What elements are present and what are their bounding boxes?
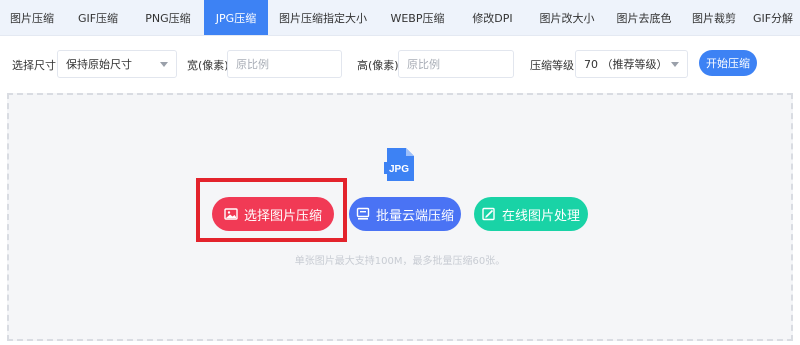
tab-crop-image[interactable]: 图片裁剪	[682, 0, 746, 35]
width-input-placeholder: 原比例	[236, 58, 269, 71]
tab-compress-to-size[interactable]: 图片压缩指定大小	[268, 0, 378, 35]
tab-gif-split[interactable]: GIF分解	[746, 0, 800, 35]
height-input-placeholder: 原比例	[407, 58, 440, 71]
jpg-file-icon: JPG	[384, 148, 414, 181]
cloud-server-icon	[356, 207, 370, 220]
tab-jpg-compress[interactable]: JPG压缩	[204, 0, 268, 35]
upload-limit-note: 单张图片最大支持100M，最多批量压缩60张。	[294, 256, 506, 267]
size-select-value: 保持原始尺寸	[66, 58, 132, 71]
chevron-down-icon	[671, 62, 679, 67]
size-select[interactable]: 保持原始尺寸	[57, 50, 177, 78]
online-image-processing-label: 在线图片处理	[501, 208, 580, 224]
level-select-value: 70 （推荐等级）	[584, 58, 668, 71]
level-select[interactable]: 70 （推荐等级）	[575, 50, 688, 78]
select-image-button[interactable]: 选择图片压缩	[212, 197, 334, 231]
online-image-processing-button[interactable]: 在线图片处理	[474, 197, 588, 231]
start-compress-button[interactable]: 开始压缩	[699, 50, 757, 76]
tab-gif-compress[interactable]: GIF压缩	[64, 0, 132, 35]
tool-tab-bar: 图片压缩 GIF压缩 PNG压缩 JPG压缩 图片压缩指定大小 WEBP压缩 修…	[0, 0, 800, 36]
height-label: 高(像素)	[357, 59, 399, 72]
select-image-label: 选择图片压缩	[243, 208, 322, 224]
tab-resize-image[interactable]: 图片改大小	[528, 0, 606, 35]
edit-image-icon	[482, 207, 495, 221]
level-label: 压缩等级	[530, 59, 574, 72]
chevron-down-icon	[160, 62, 168, 67]
tab-png-compress[interactable]: PNG压缩	[132, 0, 204, 35]
tab-modify-dpi[interactable]: 修改DPI	[457, 0, 528, 35]
tab-webp-compress[interactable]: WEBP压缩	[378, 0, 457, 35]
size-label: 选择尺寸	[12, 59, 56, 72]
height-input[interactable]: 原比例	[398, 50, 514, 78]
compression-settings: 选择尺寸 保持原始尺寸 宽(像素) 原比例 高(像素) 原比例 压缩等级 70 …	[0, 50, 800, 78]
width-label: 宽(像素)	[187, 59, 229, 72]
width-input[interactable]: 原比例	[227, 50, 342, 78]
jpg-badge-label: JPG	[389, 164, 409, 175]
image-icon	[224, 208, 238, 220]
tab-remove-background[interactable]: 图片去底色	[606, 0, 682, 35]
batch-cloud-compress-button[interactable]: 批量云端压缩	[349, 197, 461, 231]
batch-cloud-compress-label: 批量云端压缩	[375, 208, 454, 224]
tab-image-compress[interactable]: 图片压缩	[0, 0, 64, 35]
